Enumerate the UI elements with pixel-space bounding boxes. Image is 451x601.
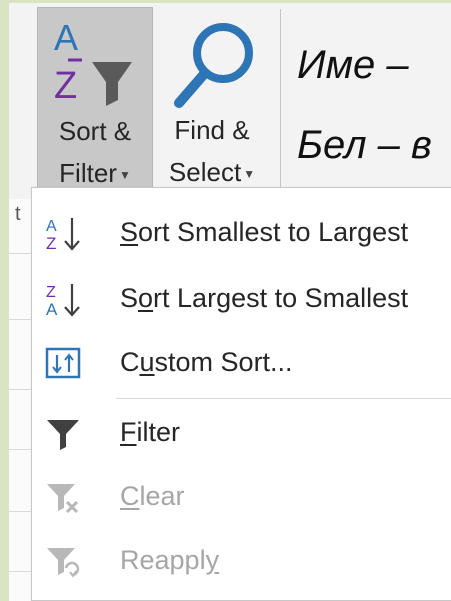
menu-item-reapply: Reapply — [32, 530, 451, 592]
grid-line — [9, 253, 31, 254]
dropdown-arrow-icon: ▼ — [243, 167, 256, 182]
menu-item-label: Sort Largest to Smallest — [120, 283, 409, 313]
menu-item-label: Reapply — [120, 545, 220, 575]
menu-item-sort-ascending[interactable]: A Z Sort Smallest to Largest — [32, 202, 451, 264]
grid-line — [9, 389, 31, 390]
sort-filter-label-2: Filter ▼ — [38, 158, 152, 190]
menu-item-custom-sort[interactable]: Custom Sort... — [32, 332, 451, 394]
svg-text:Z: Z — [46, 234, 56, 252]
find-select-label-2: Select ▼ — [153, 157, 271, 189]
cell-text-line-2: Бел – в — [297, 123, 432, 167]
menu-item-label: Filter — [120, 417, 181, 447]
sort-filter-label-1: Sort & — [58, 116, 132, 146]
find-select-button[interactable]: Find & Select ▼ — [153, 7, 271, 195]
sort-ascending-icon: A Z — [46, 218, 80, 252]
menu-separator — [116, 398, 451, 399]
reapply-filter-icon — [47, 548, 80, 578]
grid-line — [9, 511, 31, 512]
grid-line — [9, 449, 31, 450]
cell-text-line-1: Име – — [297, 43, 409, 87]
sort-descending-icon: Z A — [46, 284, 80, 318]
filter-icon — [47, 420, 79, 450]
ribbon: A Z Sort & Filter ▼ Find & Select ▼ Име – … — [9, 3, 451, 200]
ribbon-separator — [280, 9, 281, 193]
magnifier-icon — [174, 23, 253, 108]
sort-filter-dropdown-menu: A Z Sort Smallest to Largest Z A Sort La… — [31, 187, 451, 601]
clear-filter-icon — [47, 484, 79, 514]
svg-text:Z: Z — [46, 284, 56, 301]
row-header-strip — [9, 199, 32, 601]
excel-window: A Z Sort & Filter ▼ Find & Select ▼ Име – … — [9, 3, 451, 601]
menu-item-clear: Clear — [32, 466, 451, 528]
dropdown-arrow-icon: ▼ — [118, 168, 131, 183]
menu-item-filter[interactable]: Filter — [32, 402, 451, 464]
svg-text:Z: Z — [54, 65, 77, 107]
menu-item-label: Clear — [120, 481, 185, 511]
svg-text:A: A — [46, 300, 58, 318]
custom-sort-icon — [45, 347, 81, 379]
menu-item-label: Sort Smallest to Largest — [120, 217, 409, 247]
find-select-label-1: Find & — [174, 115, 250, 145]
cell-fragment: t — [15, 203, 21, 225]
menu-item-sort-descending[interactable]: Z A Sort Largest to Smallest — [32, 268, 451, 330]
grid-line — [9, 319, 31, 320]
svg-text:A: A — [46, 218, 57, 235]
svg-text:A: A — [54, 17, 78, 58]
sort-filter-button[interactable]: A Z Sort & Filter ▼ — [37, 7, 153, 195]
grid-line — [9, 571, 31, 572]
menu-item-label: Custom Sort... — [120, 347, 293, 377]
sort-az-filter-icon: A Z — [54, 17, 132, 107]
